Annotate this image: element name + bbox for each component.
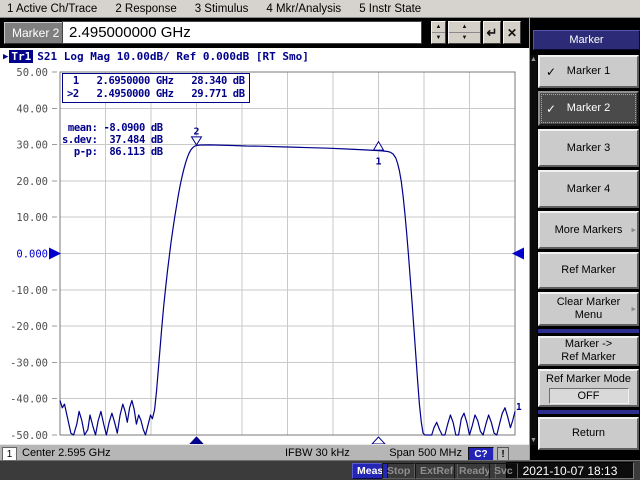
softkey-ref-marker[interactable]: Ref Marker [538, 252, 639, 289]
y-axis-label: -30.00 [10, 357, 48, 369]
softkey-return[interactable]: Return [538, 417, 639, 450]
softkey-marker-2[interactable]: ✓ Marker 2 [538, 91, 639, 126]
chart-panel: 50.00 40.00 30.00 20.00 10.00 0.000 -10.00 -20.… [0, 48, 529, 444]
ref-level-triangle-left [49, 248, 61, 260]
menu-item[interactable]: 4 Mkr/Analysis [266, 3, 341, 15]
softkey-marker-4[interactable]: Marker 4 [538, 170, 639, 208]
submenu-arrow-icon: ▸ [631, 304, 636, 315]
close-icon: ✕ [507, 26, 517, 40]
marker-value-input[interactable] [62, 21, 422, 44]
span-readout: Span 500 MHz [388, 447, 462, 459]
marker-number-2: 2 [193, 126, 199, 137]
stimulus-marker-2[interactable] [190, 437, 203, 444]
marker-readout-table: 1 2.6950000 GHz 28.340 dB>2 2.4950000 GH… [62, 73, 250, 103]
softkey-label: Marker 4 [567, 183, 610, 196]
softkey-sidebar: Marker ▲ ▼ ✓ Marker 1 ✓ Marker 2 Marker 3 Mar… [529, 18, 640, 460]
softkey-clear-marker-menu[interactable]: Clear Marker Menu ▸ [538, 292, 639, 326]
marker-symbol-2[interactable] [192, 137, 202, 145]
menu-item[interactable]: 1 Active Ch/Trace [7, 3, 97, 15]
y-axis-label: 40.00 [16, 103, 48, 115]
spin-up-icon[interactable]: ▲ [432, 22, 445, 33]
menu-item[interactable]: 3 Stimulus [195, 3, 249, 15]
entry-toolbar: Marker 2 ▲ ▼ ▲ ▼ ↵ ✕ [0, 18, 529, 48]
marker-stat-row: p-p: 86.113 dB [62, 146, 163, 158]
scroll-up-icon[interactable]: ▲ [530, 55, 537, 64]
y-axis-label: -10.00 [10, 285, 48, 297]
y-axis-label: 20.00 [16, 176, 48, 188]
active-trace-pointer-icon: ▶ [3, 52, 8, 62]
ref-level-triangle-right [512, 248, 524, 260]
system-status-extref: ExtRef [415, 463, 458, 479]
softkey-menu-title: Marker [533, 30, 640, 50]
menu-item[interactable]: 2 Response [115, 3, 176, 15]
correction-status-badge: C? [468, 447, 494, 461]
marker-stat-row: mean: -8.0900 dB [62, 122, 163, 134]
check-icon: ✓ [546, 102, 556, 116]
y-axis-label: 50.00 [16, 67, 48, 79]
stimulus-marker-1[interactable] [372, 437, 385, 444]
channel-number-badge: 1 [2, 447, 17, 461]
softkey-label: More Markers [555, 224, 623, 237]
menu-item[interactable]: 5 Instr State [359, 3, 421, 15]
ifbw-readout: IFBW 30 kHz [285, 447, 350, 459]
y-axis-label: -40.00 [10, 394, 48, 406]
center-frequency-readout: Center 2.595 GHz [22, 447, 111, 459]
softkey-column: ✓ Marker 1 ✓ Marker 2 Marker 3 Marker 4 More M… [538, 55, 639, 450]
channel-status-bar: 1 Center 2.595 GHz IFBW 30 kHz Span 500 … [0, 444, 530, 460]
softkey-marker-3[interactable]: Marker 3 [538, 129, 639, 167]
softkey-more-markers[interactable]: More Markers ▸ [538, 211, 639, 249]
enter-icon: ↵ [487, 25, 498, 41]
softkey-marker-1[interactable]: ✓ Marker 1 [538, 55, 639, 88]
marker-statistics: mean: -8.0900 dBs.dev: 37.484 dB p-p: 86… [62, 122, 163, 158]
softkey-separator [538, 329, 639, 333]
marker-symbol-1[interactable] [374, 142, 384, 151]
system-status-svc: Svc [489, 463, 518, 479]
y-axis-label: -20.00 [10, 321, 48, 333]
y-axis-label: 10.00 [16, 212, 48, 224]
scroll-down-icon[interactable]: ▼ [530, 436, 537, 445]
softkey-label: Ref Marker [561, 264, 615, 277]
softkey-separator [538, 410, 639, 414]
marker-table-row: 1 2.6950000 GHz 28.340 dB [67, 75, 245, 88]
softkey-label: Marker 2 [567, 102, 610, 115]
spinner-coarse[interactable]: ▲ ▼ [448, 21, 481, 44]
chart-svg: 50.00 40.00 30.00 20.00 10.00 0.000 -10.00 -20.… [0, 48, 529, 444]
datetime-readout: 2021-10-07 18:13 [506, 462, 634, 479]
marker-number-1: 1 [375, 157, 381, 168]
submenu-arrow-icon: ▸ [631, 225, 636, 236]
softkey-ref-marker-mode[interactable]: Ref Marker Mode OFF [538, 369, 639, 407]
marker-stat-row: s.dev: 37.484 dB [62, 134, 163, 146]
softkey-label: Marker -> Ref Marker [561, 338, 615, 364]
system-status-stop: Stop [382, 463, 415, 479]
softkey-scrollbar[interactable]: ▲ ▼ [530, 55, 537, 445]
trace-status-line[interactable]: ▶ Tr1 S21 Log Mag 10.00dB/ Ref 0.000dB [… [3, 50, 309, 63]
y-axis-label: 0.000 [16, 249, 48, 261]
y-axis-label: 30.00 [16, 140, 48, 152]
enter-button[interactable]: ↵ [483, 21, 501, 44]
warning-badge: ! [497, 447, 509, 461]
menu-bar: 1 Active Ch/Trace 2 Response 3 Stimulus 4 M… [0, 0, 640, 18]
softkey-marker-ref-marker[interactable]: Marker -> Ref Marker [538, 336, 639, 366]
entry-label: Marker 2 [4, 22, 67, 44]
marker-table-row: >2 2.4950000 GHz 29.771 dB [67, 88, 245, 101]
y-axis-label: -50.00 [10, 430, 48, 442]
softkey-label: Marker 3 [567, 142, 610, 155]
spin-down-icon[interactable]: ▼ [449, 33, 480, 43]
softkey-label: Return [572, 427, 605, 440]
softkey-label: Clear Marker Menu [557, 296, 621, 322]
spin-up-icon[interactable]: ▲ [449, 22, 480, 33]
trace-settings-text: S21 Log Mag 10.00dB/ Ref 0.000dB [RT Smo… [37, 50, 309, 63]
check-icon: ✓ [546, 65, 556, 79]
trace-end-number: 1 [516, 402, 522, 413]
softkey-label: Marker 1 [567, 65, 610, 78]
trace-number-badge: Tr1 [9, 50, 33, 63]
spin-down-icon[interactable]: ▼ [432, 33, 445, 43]
system-status-bar: 2021-10-07 18:13 MeasStopExtRefReadySvc [0, 460, 640, 480]
spinner-fine[interactable]: ▲ ▼ [431, 21, 446, 44]
close-entry-button[interactable]: ✕ [503, 21, 521, 44]
softkey-label: Ref Marker Mode [546, 373, 631, 386]
softkey-value: OFF [549, 388, 629, 404]
